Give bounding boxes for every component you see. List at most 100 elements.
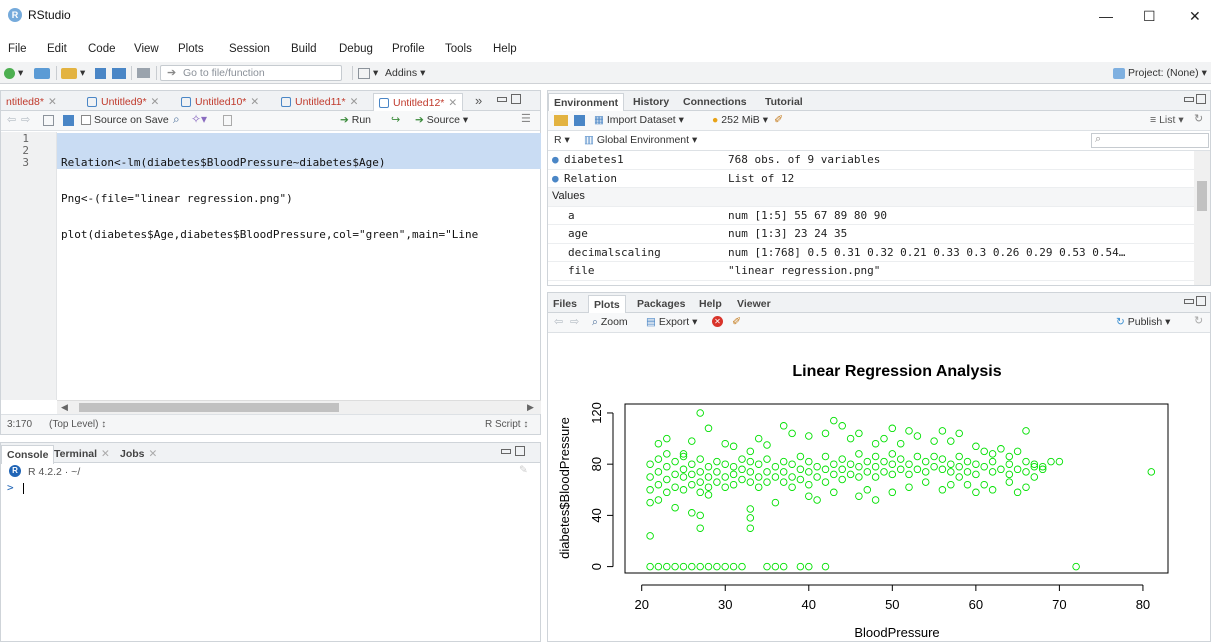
- close-icon[interactable]: ✕: [101, 448, 110, 460]
- close-button[interactable]: ✕: [1189, 8, 1201, 25]
- maximize-pane-icon[interactable]: [1196, 94, 1206, 104]
- remove-plot-icon[interactable]: ✕: [712, 316, 723, 327]
- horizontal-scrollbar[interactable]: ◀ ▶: [57, 400, 541, 414]
- forward-icon[interactable]: ⇨: [21, 113, 30, 126]
- tab-packages[interactable]: Packages: [632, 295, 690, 313]
- environment-search-input[interactable]: ⌕: [1091, 133, 1209, 148]
- export-button[interactable]: ▤ Export ▾: [646, 316, 697, 328]
- import-dataset-button[interactable]: ▦ Import Dataset ▾: [594, 114, 684, 126]
- tab-files[interactable]: Files: [548, 295, 582, 313]
- memory-usage-button[interactable]: ● 252 MiB ▾: [712, 114, 768, 126]
- tab-viewer[interactable]: Viewer: [732, 295, 776, 313]
- close-icon[interactable]: ✕: [149, 448, 158, 460]
- refresh-icon[interactable]: ↻: [1194, 112, 1203, 125]
- language-selector[interactable]: R ▾: [554, 134, 570, 146]
- clear-console-icon[interactable]: ✎: [519, 464, 528, 476]
- maximize-pane-icon[interactable]: [515, 446, 525, 456]
- close-icon[interactable]: ✕: [48, 96, 57, 108]
- tab-untitled12[interactable]: Untitled12* ✕: [373, 93, 464, 112]
- broom-icon[interactable]: ✐: [774, 113, 783, 126]
- env-row-file[interactable]: file "linear regression.png": [548, 262, 1194, 281]
- tab-tutorial[interactable]: Tutorial: [760, 93, 808, 111]
- maximize-button[interactable]: ☐: [1143, 8, 1156, 25]
- source-on-save-checkbox[interactable]: [81, 115, 91, 125]
- scope-selector[interactable]: (Top Level) ↕: [49, 419, 106, 430]
- env-row-decimalscaling[interactable]: decimalscaling num [1:768] 0.5 0.31 0.32…: [548, 244, 1194, 262]
- save-all-icon[interactable]: [112, 65, 126, 81]
- close-icon[interactable]: ✕: [448, 97, 457, 109]
- view-mode-button[interactable]: ≡ List ▾: [1150, 114, 1184, 126]
- environment-scrollbar[interactable]: [1194, 151, 1210, 285]
- save-workspace-icon[interactable]: [574, 115, 585, 126]
- scroll-left-icon[interactable]: ◀: [61, 402, 68, 413]
- back-icon[interactable]: ⇦: [7, 113, 16, 126]
- more-tabs-icon[interactable]: »: [475, 93, 482, 108]
- close-icon[interactable]: ✕: [151, 96, 160, 108]
- print-icon[interactable]: [137, 65, 150, 81]
- save-icon[interactable]: [95, 65, 106, 81]
- outline-icon[interactable]: ☰: [521, 112, 531, 125]
- publish-button[interactable]: ↻ Publish ▾: [1116, 316, 1170, 328]
- minimize-pane-icon[interactable]: [501, 449, 511, 454]
- open-file-icon[interactable]: ▾: [61, 65, 85, 81]
- goto-file-input[interactable]: ➔ Go to file/function: [160, 65, 342, 81]
- maximize-pane-icon[interactable]: [1196, 296, 1206, 306]
- scrollbar-thumb[interactable]: [1197, 181, 1207, 211]
- menu-plots[interactable]: Plots: [178, 43, 204, 55]
- tab-untitled9[interactable]: Untitled9* ✕: [82, 93, 164, 111]
- refresh-icon[interactable]: ↻: [1194, 314, 1203, 327]
- tab-history[interactable]: History: [628, 93, 674, 111]
- tab-help[interactable]: Help: [694, 295, 727, 313]
- zoom-button[interactable]: ⌕ Zoom: [592, 316, 628, 329]
- close-icon[interactable]: ✕: [350, 96, 359, 108]
- minimize-pane-icon[interactable]: [1184, 97, 1194, 102]
- tab-untitled10[interactable]: Untitled10* ✕: [176, 93, 264, 111]
- compile-icon[interactable]: [223, 115, 232, 126]
- minimize-button[interactable]: —: [1099, 8, 1113, 24]
- code-editor[interactable]: Relation<-lm(diabetes$BloodPressure~diab…: [61, 133, 539, 265]
- save-icon[interactable]: [63, 115, 74, 126]
- previous-plot-icon[interactable]: ⇦: [554, 315, 563, 328]
- tab-console[interactable]: Console: [1, 445, 55, 464]
- tab-terminal[interactable]: Terminal ✕: [49, 445, 115, 463]
- menu-session[interactable]: Session: [229, 43, 270, 55]
- r-version-path[interactable]: R 4.2.2 · ~/: [28, 466, 80, 478]
- project-menu[interactable]: Project: (None) ▾: [1113, 65, 1207, 81]
- expand-icon[interactable]: ●: [552, 172, 559, 185]
- menu-build[interactable]: Build: [291, 43, 317, 55]
- scroll-right-icon[interactable]: ▶: [527, 402, 534, 413]
- menu-view[interactable]: View: [134, 43, 159, 55]
- rerun-icon[interactable]: ↪: [391, 113, 400, 126]
- scrollbar-thumb[interactable]: [79, 403, 339, 412]
- env-row-a[interactable]: a num [1:5] 55 67 89 80 90: [548, 207, 1194, 225]
- tab-untitled8[interactable]: ntitled8* ✕: [1, 93, 62, 111]
- broom-icon[interactable]: ✐: [732, 315, 741, 328]
- next-plot-icon[interactable]: ⇨: [570, 315, 579, 328]
- console-output[interactable]: >: [1, 481, 540, 641]
- minimize-pane-icon[interactable]: [497, 97, 507, 102]
- scope-selector[interactable]: ▥ Global Environment ▾: [584, 134, 697, 146]
- code-line[interactable]: plot(diabetes$Age,diabetes$BloodPressure…: [61, 229, 539, 241]
- menu-tools[interactable]: Tools: [445, 43, 472, 55]
- menu-profile[interactable]: Profile: [392, 43, 425, 55]
- new-project-icon[interactable]: [34, 65, 50, 81]
- tab-connections[interactable]: Connections: [678, 93, 752, 111]
- new-file-icon[interactable]: ▾: [4, 65, 23, 81]
- close-icon[interactable]: ✕: [250, 96, 259, 108]
- menu-edit[interactable]: Edit: [47, 43, 67, 55]
- run-button[interactable]: ➔ Run: [340, 114, 371, 126]
- code-line[interactable]: Png<-(file="linear regression.png"): [61, 193, 539, 205]
- load-workspace-icon[interactable]: [554, 115, 568, 126]
- show-in-window-icon[interactable]: [43, 115, 54, 126]
- search-icon[interactable]: ⌕: [173, 112, 180, 127]
- wand-icon[interactable]: ✧▾: [191, 112, 207, 126]
- menu-code[interactable]: Code: [88, 43, 116, 55]
- tab-untitled11[interactable]: Untitled11* ✕: [276, 93, 363, 111]
- minimize-pane-icon[interactable]: [1184, 299, 1194, 304]
- maximize-pane-icon[interactable]: [511, 94, 521, 104]
- env-row-diabetes1[interactable]: ● diabetes1 768 obs. of 9 variables: [548, 151, 1194, 170]
- grid-layout-icon[interactable]: ▾: [358, 65, 378, 81]
- expand-icon[interactable]: ●: [552, 153, 559, 166]
- tab-environment[interactable]: Environment: [548, 93, 625, 112]
- addins-button[interactable]: Addins ▾: [385, 65, 425, 81]
